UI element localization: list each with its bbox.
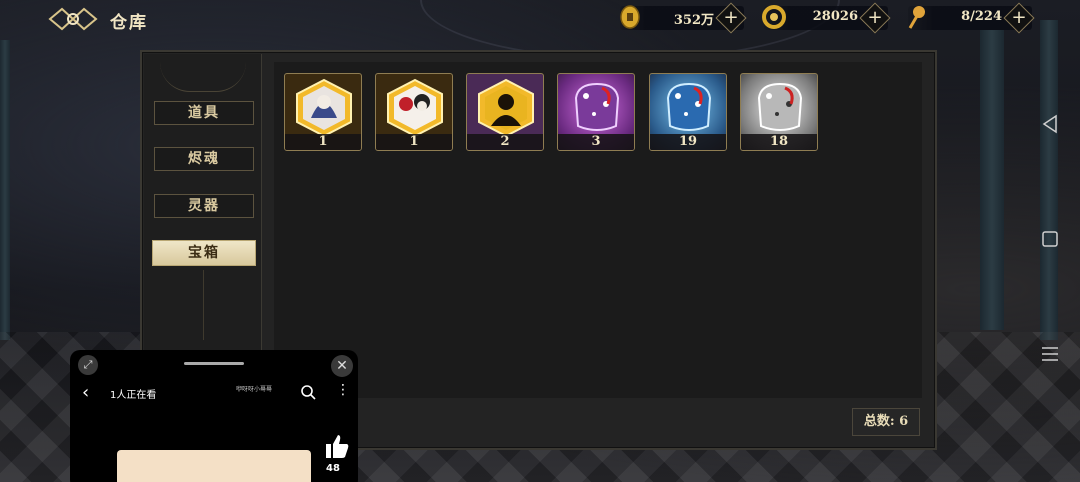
resource-jade: 28026 + — [762, 2, 891, 34]
top-bar: 仓库 352万 + 28026 + 8/224 + — [0, 0, 1080, 40]
channel-name: 咿呀呀小蓦蓦 — [236, 386, 273, 393]
item-count: 1 — [376, 134, 452, 150]
background-pillar-left — [0, 40, 10, 340]
jade-value: 28026 — [812, 9, 858, 24]
close-video-button[interactable]: ✕ — [331, 355, 353, 377]
inventory-item[interactable]: 18 — [740, 73, 818, 151]
tickets-value: 8/224 — [961, 9, 1002, 24]
tab-chests[interactable]: 宝箱 — [152, 240, 256, 266]
recents-menu-icon[interactable] — [1036, 340, 1064, 368]
more-options-icon[interactable]: ⋮ — [336, 382, 350, 398]
resource-tickets: 8/224 + — [908, 2, 1035, 34]
tab-souls[interactable]: 烬魂 — [154, 147, 254, 171]
video-preview — [117, 450, 311, 482]
plus-icon: + — [723, 7, 739, 28]
item-count: 2 — [467, 134, 543, 150]
like-thumb-icon[interactable] — [322, 432, 350, 460]
search-icon[interactable] — [300, 384, 316, 400]
hex-portrait-icon — [387, 78, 443, 136]
expand-icon[interactable]: ⤢ — [78, 355, 98, 375]
like-count: 48 — [326, 463, 340, 474]
tab-items[interactable]: 道具 — [154, 101, 254, 125]
add-coin-button[interactable]: + — [715, 2, 747, 34]
purple-chest-icon — [574, 82, 620, 131]
coin-icon — [620, 5, 640, 29]
item-count: 3 — [558, 134, 634, 150]
inventory-item[interactable]: 3 — [557, 73, 635, 151]
background-pillar-right — [980, 30, 1004, 330]
add-jade-button[interactable]: + — [859, 2, 891, 34]
viewers-count: 1人正在看 — [110, 390, 157, 401]
plus-icon: + — [867, 7, 883, 28]
back-chevron-icon[interactable]: ‹ — [82, 382, 89, 403]
resource-coin: 352万 + — [620, 2, 747, 34]
tab-artifacts[interactable]: 灵器 — [154, 194, 254, 218]
item-count: 1 — [285, 134, 361, 150]
add-tickets-button[interactable]: + — [1003, 2, 1035, 34]
inventory-item[interactable]: 2 — [466, 73, 544, 151]
drag-handle[interactable] — [184, 362, 244, 365]
back-triangle-icon[interactable] — [1036, 110, 1064, 138]
sidebar-divider-line — [203, 270, 204, 340]
inventory-item[interactable]: 19 — [649, 73, 727, 151]
hex-portrait-icon — [296, 78, 352, 136]
hex-silhouette-icon — [478, 78, 534, 136]
inventory-item[interactable]: 1 — [284, 73, 362, 151]
back-emblem-icon[interactable] — [48, 6, 98, 32]
item-count: 18 — [741, 134, 817, 150]
jade-icon — [762, 5, 786, 29]
background-pillar-right-2 — [1040, 20, 1058, 340]
page-title: 仓库 — [110, 13, 148, 33]
white-chest-icon — [757, 82, 803, 131]
home-square-icon[interactable] — [1036, 225, 1064, 253]
floating-video-window[interactable]: ⤢ ✕ ‹ 1人正在看 咿呀呀小蓦蓦 ⋮ 48 — [70, 350, 358, 482]
coin-value: 352万 — [673, 13, 714, 28]
blue-chest-icon — [666, 82, 712, 131]
total-count: 总数: 6 — [852, 408, 920, 436]
inventory-item[interactable]: 1 — [375, 73, 453, 151]
item-count: 19 — [650, 134, 726, 150]
plus-icon: + — [1011, 7, 1027, 28]
pin-icon — [908, 6, 925, 29]
